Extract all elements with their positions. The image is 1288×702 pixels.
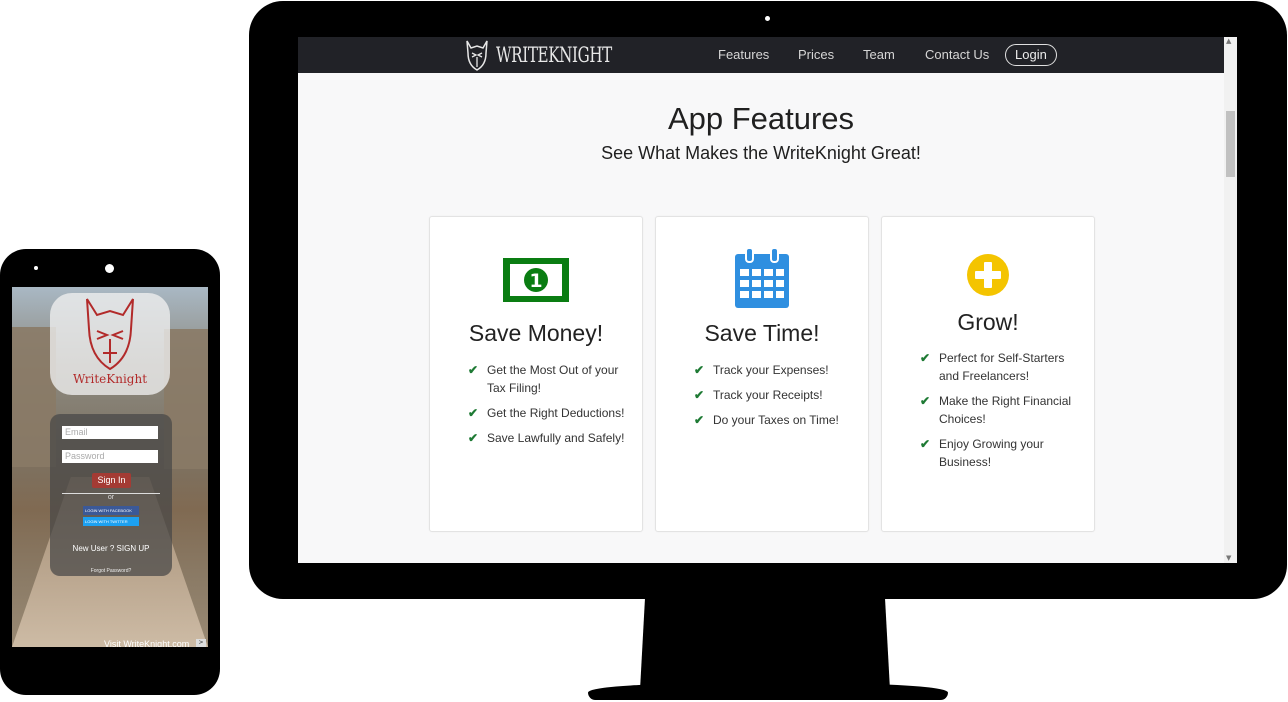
nav-link-prices[interactable]: Prices (798, 47, 834, 62)
phone-logo: WriteKnight (50, 293, 170, 395)
check-icon: ✔ (694, 363, 705, 377)
feature-list-money: ✔ Get the Most Out of your Tax Filing! ✔ G… (468, 361, 628, 454)
scrollbar-thumb[interactable] (1226, 111, 1235, 177)
scroll-down-arrow[interactable]: ▼ (1226, 555, 1231, 562)
phone-logo-text: WriteKnight (72, 372, 148, 386)
nav-link-contact[interactable]: Contact Us (925, 47, 989, 62)
check-icon: ✔ (468, 431, 479, 445)
feature-item: ✔ Get the Right Deductions! (468, 406, 625, 420)
svg-text:1: 1 (529, 270, 542, 292)
plus-circle-icon (882, 253, 1094, 297)
signin-button[interactable]: Sign In (92, 473, 131, 488)
section-subtitle: See What Makes the WriteKnight Great! (601, 143, 921, 163)
desktop-screen: WRITEKNIGHT Features Prices Team Contact… (298, 37, 1237, 563)
email-field[interactable]: Email (62, 426, 158, 439)
nav-link-features[interactable]: Features (718, 47, 769, 62)
navbar: WRITEKNIGHT Features Prices Team Contact… (298, 37, 1224, 73)
card-title-money: Save Money! (468, 320, 604, 346)
or-label: or (107, 494, 115, 501)
check-icon: ✔ (920, 351, 931, 365)
feature-item: ✔ Track your Receipts! (694, 388, 823, 402)
dollar-bill-icon: 1 (430, 257, 642, 303)
feature-list-time: ✔ Track your Expenses! ✔ Track your Receip… (694, 361, 854, 436)
card-title-grow: Grow! (957, 309, 1019, 335)
feature-card-money: 1 Save Money! ✔ Get the Most Out of your … (429, 216, 643, 532)
signup-link[interactable]: New User ? SIGN UP (50, 544, 172, 553)
visit-arrow-icon[interactable]: > (196, 639, 206, 647)
check-icon: ✔ (468, 406, 479, 420)
phone-screen: WriteKnight Email Password Sign In or LO… (12, 287, 208, 647)
feature-item: ✔ Enjoy Growing your Business! (920, 437, 1044, 469)
card-title-time: Save Time! (704, 320, 820, 346)
brand-name: WRITEKNIGHT (496, 43, 612, 67)
feature-item: ✔ Do your Taxes on Time! (694, 413, 839, 427)
feature-item: ✔ Get the Most Out of your Tax Filing! (468, 363, 619, 395)
brand-logo[interactable]: WRITEKNIGHT (464, 38, 657, 72)
phone-camera (105, 264, 114, 273)
feature-item: ✔ Save Lawfully and Safely! (468, 431, 625, 445)
scroll-up-arrow[interactable]: ▲ (1226, 38, 1231, 45)
check-icon: ✔ (694, 413, 705, 427)
feature-list-grow: ✔ Perfect for Self-Starters and Freelance… (920, 349, 1080, 478)
knight-helmet-icon (86, 298, 134, 371)
section-title: App Features (667, 101, 855, 136)
visit-site-link[interactable]: Visit WriteKnight.com (104, 639, 189, 647)
check-icon: ✔ (468, 363, 479, 377)
phone-sensor (34, 266, 38, 270)
knight-helmet-icon (466, 40, 488, 71)
facebook-login-button[interactable]: LOGIN WITH FACEBOOK (83, 506, 139, 515)
nav-link-team[interactable]: Team (863, 47, 895, 62)
forgot-password-link[interactable]: Forgot Password? (50, 568, 172, 574)
feature-item: ✔ Make the Right Financial Choices! (920, 394, 1072, 426)
feature-item: ✔ Track your Expenses! (694, 363, 829, 377)
twitter-login-button[interactable]: LOGIN WITH TWITTER (83, 517, 139, 526)
feature-card-time: Save Time! ✔ Track your Expenses! ✔ Track … (655, 216, 869, 532)
password-field[interactable]: Password (62, 450, 158, 463)
phone-login-panel: Email Password Sign In or LOGIN WITH FAC… (50, 414, 172, 576)
feature-item: ✔ Perfect for Self-Starters and Freelance… (920, 351, 1065, 383)
monitor-camera (765, 16, 770, 21)
check-icon: ✔ (694, 388, 705, 402)
monitor-stand (640, 598, 890, 690)
check-icon: ✔ (920, 437, 931, 451)
login-button[interactable]: Login (1005, 44, 1057, 66)
check-icon: ✔ (920, 394, 931, 408)
feature-card-grow: Grow! ✔ Perfect for Self-Starters and Fre… (881, 216, 1095, 532)
monitor-stand-base (588, 684, 948, 700)
calendar-icon (656, 247, 868, 309)
